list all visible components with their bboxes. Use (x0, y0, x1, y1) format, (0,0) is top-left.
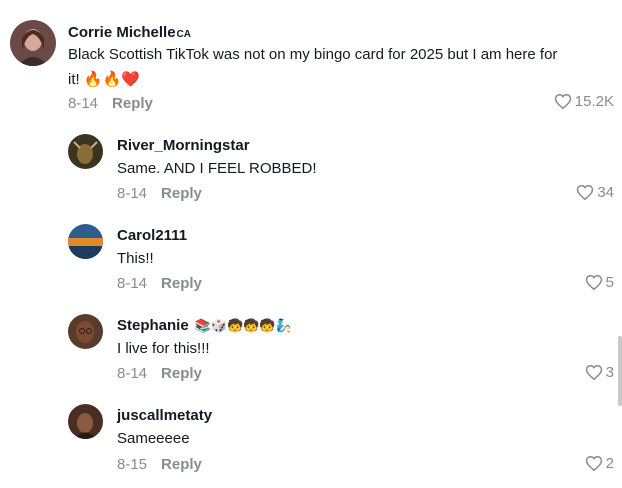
heart-icon (585, 274, 602, 291)
heart-icon (577, 184, 594, 201)
commenter-name-text[interactable]: Stephanie (117, 317, 189, 334)
like-button[interactable]: 15.2K (554, 93, 614, 110)
reply-button[interactable]: Reply (161, 185, 202, 202)
comment-date: 8-14 (117, 185, 148, 202)
avatar[interactable] (68, 314, 103, 349)
avatar[interactable] (68, 404, 103, 439)
avatar[interactable] (10, 20, 56, 66)
comment-date: 8-14 (117, 365, 148, 382)
comment-meta: 8-15 Reply (117, 456, 202, 473)
like-button[interactable]: 2 (585, 455, 614, 472)
heart-icon (554, 93, 572, 110)
commenter-name-text[interactable]: Corrie Michelle (68, 24, 176, 41)
comment-date: 8-14 (117, 275, 148, 292)
like-count: 2 (605, 455, 614, 472)
commenter-name[interactable]: Stephanie 📚🎲🧒🧒🧒🧞 (117, 317, 292, 334)
region-badge: CA (176, 29, 191, 40)
like-button[interactable]: 34 (576, 184, 614, 201)
reply-button[interactable]: Reply (161, 456, 202, 473)
reply-button[interactable]: Reply (161, 275, 202, 292)
comment-text: Black Scottish TikTok was not on my bing… (68, 46, 558, 88)
name-emojis: 📚🎲🧒🧒🧒🧞 (194, 318, 292, 334)
like-button[interactable]: 3 (585, 364, 614, 381)
heart-icon (585, 455, 602, 472)
avatar[interactable] (68, 224, 103, 259)
commenter-name[interactable]: Corrie MichelleCA (68, 24, 191, 41)
comment-text: Sameeeee (117, 430, 190, 447)
comment-meta: 8-14 Reply (117, 365, 202, 382)
comment-text: Same. AND I FEEL ROBBED! (117, 160, 317, 177)
comment-meta: 8-14 Reply (117, 275, 202, 292)
scrollbar[interactable] (618, 336, 622, 406)
like-count: 5 (605, 274, 614, 291)
reply-button[interactable]: Reply (161, 365, 202, 382)
comment-meta: 8-14 Reply (117, 185, 202, 202)
commenter-name[interactable]: juscallmetaty (117, 407, 212, 424)
commenter-name[interactable]: Carol2111 (117, 227, 187, 244)
comment-date: 8-14 (68, 95, 99, 112)
comment-date: 8-15 (117, 456, 148, 473)
comment-text: I live for this!!! (117, 340, 210, 357)
like-count: 3 (605, 364, 614, 381)
like-button[interactable]: 5 (585, 274, 614, 291)
comment-meta: 8-14 Reply (68, 95, 153, 112)
comment-text: This!! (117, 250, 154, 267)
heart-icon (585, 364, 602, 381)
reply-button[interactable]: Reply (112, 95, 153, 112)
like-count: 34 (597, 184, 614, 201)
commenter-name[interactable]: River_Morningstar (117, 137, 250, 154)
like-count: 15.2K (574, 93, 614, 110)
avatar[interactable] (68, 134, 103, 169)
